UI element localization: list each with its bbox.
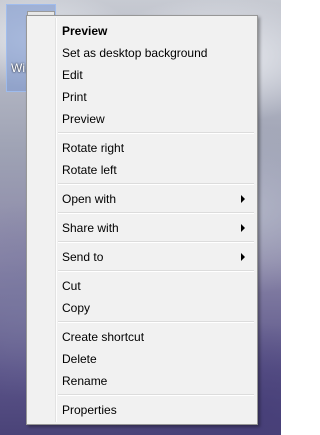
- menu-item-rename[interactable]: Rename: [29, 370, 255, 392]
- menu-item-preview[interactable]: Preview: [29, 108, 255, 130]
- menu-item-delete[interactable]: Delete: [29, 348, 255, 370]
- menu-item-label: Rotate left: [62, 163, 117, 177]
- menu-separator: [58, 394, 254, 396]
- menu-item-share-with[interactable]: Share with: [29, 217, 255, 239]
- menu-separator: [58, 270, 254, 272]
- menu-item-create-shortcut[interactable]: Create shortcut: [29, 326, 255, 348]
- menu-item-edit[interactable]: Edit: [29, 64, 255, 86]
- menu-separator: [58, 183, 254, 185]
- submenu-arrow-icon: [241, 253, 245, 261]
- submenu-arrow-icon: [241, 224, 245, 232]
- menu-item-label: Preview: [62, 112, 105, 126]
- menu-separator: [58, 132, 254, 134]
- menu-separator: [58, 241, 254, 243]
- desktop-background: Wi... P... Preview Set as desktop backgr…: [0, 0, 281, 435]
- menu-item-preview-default[interactable]: Preview: [29, 20, 255, 42]
- menu-item-label: Delete: [62, 352, 97, 366]
- menu-item-label: Print: [62, 90, 87, 104]
- menu-item-label: Properties: [62, 403, 117, 417]
- menu-item-label: Send to: [62, 250, 104, 264]
- menu-separator: [58, 212, 254, 214]
- menu-separator: [58, 321, 254, 323]
- menu-item-rotate-right[interactable]: Rotate right: [29, 137, 255, 159]
- menu-item-label: Rotate right: [62, 141, 125, 155]
- menu-item-label: Cut: [62, 279, 81, 293]
- menu-item-copy[interactable]: Copy: [29, 297, 255, 319]
- menu-item-set-desktop-background[interactable]: Set as desktop background: [29, 42, 255, 64]
- menu-item-cut[interactable]: Cut: [29, 275, 255, 297]
- menu-item-label: Copy: [62, 301, 91, 315]
- submenu-arrow-icon: [241, 195, 245, 203]
- context-menu: Preview Set as desktop background Edit P…: [26, 15, 258, 425]
- menu-item-rotate-left[interactable]: Rotate left: [29, 159, 255, 181]
- menu-item-label: Open with: [62, 192, 117, 206]
- menu-item-send-to[interactable]: Send to: [29, 246, 255, 268]
- menu-item-label: Create shortcut: [62, 330, 145, 344]
- menu-item-label: Edit: [62, 68, 83, 82]
- menu-item-print[interactable]: Print: [29, 86, 255, 108]
- menu-item-label: Share with: [62, 221, 119, 235]
- menu-item-label: Rename: [62, 374, 108, 388]
- menu-item-label: Preview: [62, 24, 108, 38]
- menu-item-open-with[interactable]: Open with: [29, 188, 255, 210]
- menu-item-properties[interactable]: Properties: [29, 399, 255, 421]
- menu-item-label: Set as desktop background: [62, 46, 208, 60]
